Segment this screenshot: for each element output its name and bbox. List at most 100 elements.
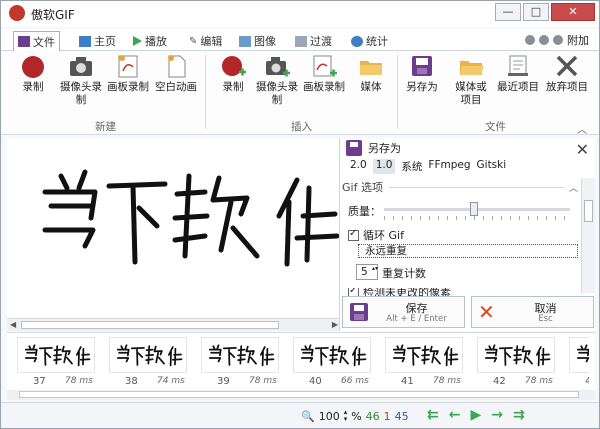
open-media-project-button[interactable]: 媒体或项目 bbox=[451, 53, 491, 107]
button-label: 最近项目 bbox=[497, 81, 539, 93]
frame-item[interactable]: 41 78 ms bbox=[381, 335, 467, 389]
discard-x-icon bbox=[554, 53, 580, 79]
encoder-option[interactable]: 2.0 bbox=[350, 159, 367, 174]
frame-item[interactable]: 38 74 ms bbox=[105, 335, 191, 389]
button-label: 空白动画 bbox=[155, 81, 197, 93]
frames-scrollbar[interactable] bbox=[7, 390, 595, 400]
maximize-button[interactable]: □ bbox=[523, 3, 549, 21]
window-controls: — □ ✕ bbox=[493, 3, 595, 21]
repeat-mode-option[interactable]: 永远重复 bbox=[358, 244, 578, 258]
play-icon bbox=[133, 36, 142, 46]
zoom-value[interactable]: 100 bbox=[319, 410, 340, 423]
frame-number: 38 bbox=[125, 376, 138, 387]
tab-transition[interactable]: 过渡 bbox=[291, 31, 336, 51]
tab-edit[interactable]: ✎ 编辑 bbox=[185, 31, 226, 51]
tab-extras: 附加 bbox=[525, 32, 589, 48]
encoder-option[interactable]: FFmpeg bbox=[428, 159, 470, 174]
frame-thumbnail bbox=[201, 337, 279, 373]
previous-frame-icon[interactable]: ← bbox=[449, 407, 461, 423]
chat-icon[interactable] bbox=[539, 35, 549, 45]
first-frame-icon[interactable]: ⇇ bbox=[427, 407, 439, 423]
tab-file[interactable]: 文件 bbox=[13, 31, 60, 52]
scroll-thumb[interactable] bbox=[584, 200, 593, 222]
frame-canvas[interactable] bbox=[7, 138, 341, 318]
window-title: 傲软GIF bbox=[31, 8, 75, 22]
loop-gif-checkbox[interactable]: 循环 Gif bbox=[348, 227, 404, 243]
frame-delay: 74 ms bbox=[157, 376, 185, 386]
checkbox-box[interactable] bbox=[348, 228, 359, 241]
quality-slider-thumb[interactable] bbox=[470, 202, 478, 216]
gif-options-section[interactable]: Gif 选项 ︿ bbox=[342, 179, 578, 195]
button-label: 录制 bbox=[22, 81, 44, 93]
scroll-right-icon[interactable]: ▶ bbox=[332, 320, 338, 329]
button-label: 另存为 bbox=[406, 81, 438, 93]
save-as-button[interactable]: 另存为 bbox=[403, 53, 441, 94]
new-blank-animation-button[interactable]: 空白动画 bbox=[151, 53, 201, 94]
cancel-button[interactable]: ✕ 取消 Esc bbox=[471, 296, 594, 328]
group-separator bbox=[397, 55, 398, 129]
insert-webcam-record-button[interactable]: 摄像头录制 bbox=[255, 53, 299, 107]
quality-slider[interactable] bbox=[384, 202, 570, 216]
info-icon bbox=[351, 35, 363, 47]
repeat-count-stepper[interactable]: 5 bbox=[356, 264, 378, 280]
frame-item[interactable]: 40 66 ms bbox=[289, 335, 375, 389]
group-label-new: 新建 bbox=[95, 121, 116, 133]
frame-item[interactable]: 43 bbox=[565, 335, 589, 389]
extras-label[interactable]: 附加 bbox=[567, 32, 589, 48]
button-label: 画板录制 bbox=[107, 81, 149, 93]
encoder-option-selected[interactable]: 1.0 bbox=[372, 159, 396, 174]
discard-project-button[interactable]: 放弃项目 bbox=[543, 53, 591, 94]
user-icon[interactable] bbox=[525, 35, 535, 45]
frame-delay: 78 ms bbox=[249, 376, 277, 386]
insert-media-button[interactable]: 媒体 bbox=[351, 53, 391, 94]
save-shortcut: Alt + E / Enter bbox=[386, 314, 447, 324]
insert-record-button[interactable]: 录制 bbox=[213, 53, 253, 94]
tab-image[interactable]: 图像 bbox=[235, 31, 280, 51]
tab-home[interactable]: 主页 bbox=[75, 31, 120, 51]
collapse-ribbon-icon[interactable]: ︿ bbox=[577, 121, 587, 136]
panel-vertical-scrollbar[interactable] bbox=[581, 178, 595, 293]
tab-play[interactable]: 播放 bbox=[129, 31, 171, 51]
new-webcam-record-button[interactable]: 摄像头录制 bbox=[59, 53, 103, 107]
tab-label: 图像 bbox=[254, 35, 276, 48]
tab-statistics[interactable]: 统计 bbox=[347, 31, 392, 51]
camera-icon bbox=[68, 53, 94, 79]
frame-thumbnail bbox=[17, 337, 95, 373]
save-icon bbox=[346, 140, 362, 156]
scroll-thumb[interactable] bbox=[19, 391, 579, 398]
zoom-stepper-icon[interactable]: ▴ ▾ bbox=[344, 409, 348, 423]
encoder-option[interactable]: 系统 bbox=[401, 159, 422, 174]
zoom-control[interactable]: 🔍 100 ▴ ▾ % 46 1 45 bbox=[301, 409, 409, 423]
settings-icon[interactable] bbox=[553, 35, 563, 45]
section-divider bbox=[388, 186, 565, 188]
new-record-button[interactable]: 录制 bbox=[13, 53, 53, 94]
save-button[interactable]: 保存 Alt + E / Enter bbox=[342, 296, 465, 328]
insert-board-record-button[interactable]: 画板录制 bbox=[303, 53, 345, 94]
panel-close-icon[interactable]: ✕ bbox=[576, 140, 589, 159]
new-board-record-button[interactable]: 画板录制 bbox=[105, 53, 151, 94]
frame-selected: 1 bbox=[383, 409, 391, 423]
tab-label: 主页 bbox=[94, 35, 116, 48]
detect-unchanged-checkbox[interactable]: 检测未更改的像素 bbox=[348, 288, 451, 296]
canvas-horizontal-scrollbar[interactable]: ◀ ▶ bbox=[7, 318, 341, 331]
play-icon[interactable]: ▶ bbox=[470, 407, 481, 423]
scroll-thumb[interactable] bbox=[21, 321, 279, 329]
frame-item[interactable]: 37 78 ms bbox=[13, 335, 99, 389]
frame-item[interactable]: 39 78 ms bbox=[197, 335, 283, 389]
last-frame-icon[interactable]: ⇉ bbox=[513, 407, 525, 423]
close-button[interactable]: ✕ bbox=[551, 3, 595, 21]
next-frame-icon[interactable]: → bbox=[491, 407, 503, 423]
checkbox-box[interactable] bbox=[348, 288, 359, 296]
frame-thumbnail bbox=[293, 337, 371, 373]
recent-icon bbox=[505, 53, 531, 79]
frame-number: 39 bbox=[217, 376, 230, 387]
encoder-option[interactable]: Gitski bbox=[477, 159, 507, 174]
scroll-left-icon[interactable]: ◀ bbox=[10, 320, 16, 329]
minimize-button[interactable]: — bbox=[495, 3, 521, 21]
section-title: Gif 选项 bbox=[342, 181, 383, 194]
app-window: 傲软GIF — □ ✕ 文件 主页 播放 ✎ 编辑 图像 过渡 统计 附加 录制… bbox=[0, 0, 600, 429]
frame-item[interactable]: 42 78 ms bbox=[473, 335, 559, 389]
recent-projects-button[interactable]: 最近项目 bbox=[493, 53, 543, 94]
app-logo-icon bbox=[9, 5, 25, 21]
save-icon bbox=[350, 303, 368, 321]
